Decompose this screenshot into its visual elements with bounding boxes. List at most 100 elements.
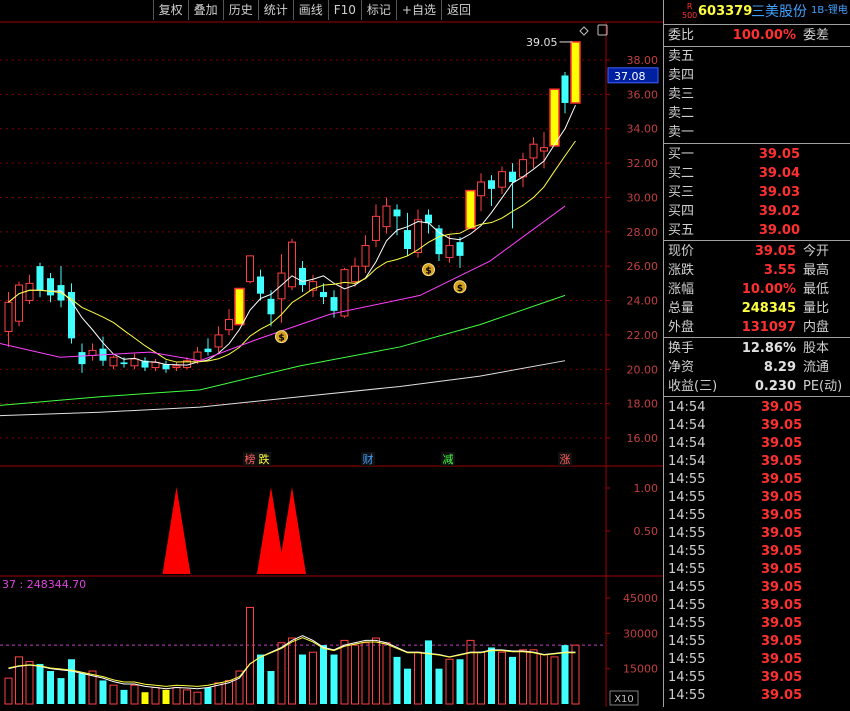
volume-bar-up [151,687,160,705]
volume-bar-up [15,656,23,705]
candle-down [204,348,212,353]
volume-bar-up [109,684,118,705]
tick-row[interactable]: 14:55 39.05 [666,471,848,489]
tick-price: 39.05 [761,652,803,667]
buy-level-3: 买三 39.03 [666,184,848,202]
fund-row-1: 净资 8.29 流通 [666,359,848,377]
tick-row[interactable]: 14:55 39.05 [666,687,848,705]
sell-level-4: 卖四 [666,67,848,85]
toolbar-button-4[interactable]: 画线 [292,0,328,20]
stat-row-2-label2: 最低 [803,282,830,297]
order-ratio-value: 100.00% [732,28,796,43]
toolbar-button-8[interactable]: 返回 [440,0,476,20]
candle-down [78,352,86,365]
candle-up [529,143,538,159]
kline-chart-area[interactable]: 38.00 36.00 34.00 32.00 30.00 28.00 26.00 24.00… [0,0,663,707]
volume-bar-up [351,644,359,705]
candle-down [456,242,464,256]
tick-row[interactable]: 14:54 39.05 [666,417,848,435]
tick-row[interactable]: 14:55 39.05 [666,561,848,579]
tick-time: 14:55 [668,562,706,577]
tick-price: 39.05 [761,616,803,631]
tick-row[interactable]: 14:55 39.05 [666,597,848,615]
stat-row-3-label2: 量比 [803,301,830,316]
fund-row-2: 收益(三) 0.230 PE(动) [666,378,848,396]
event-badge: 财 [363,452,374,466]
volume-bar-down [561,645,569,704]
kline-chart[interactable]: 38.00 36.00 34.00 32.00 30.00 28.00 26.00 24.00… [0,0,663,707]
dividend-coin-symbol: $ [425,267,431,277]
volume-bar-down [299,654,306,704]
price-axis-label: 18.00 [627,398,659,411]
indicator-axis-label: 1.00 [634,482,659,495]
buy-level-5-label: 买五 [668,223,695,238]
tick-row[interactable]: 14:55 39.05 [666,669,848,687]
sell-level-2-label: 卖二 [668,106,695,121]
volume-bar-down [425,640,432,704]
stat-row-3-value: 248345 [741,301,796,316]
buy-level-1-value: 39.05 [758,147,800,162]
divider [664,396,850,397]
diamond-icon [579,26,589,36]
volume-bar-up [477,651,485,705]
buy-level-4-label: 买四 [668,204,695,219]
sell-level-3: 卖三 [666,86,848,104]
buy-level-3-label: 买三 [668,185,695,200]
tick-row[interactable]: 14:55 39.05 [666,633,848,651]
candle-up [519,159,527,178]
volume-bar-special [162,689,170,704]
toolbar-button-6[interactable]: 标记 [360,0,396,20]
tick-row[interactable]: 14:54 39.05 [666,435,848,453]
volume-bar-down [393,656,401,704]
candle-down [320,291,327,298]
stat-row-3: 总量 248345 量比 [666,300,848,318]
event-badge: 榜 [245,452,256,466]
volume-bar-up [288,637,296,705]
chart-toolbar: 复权 叠加 历史 统计 画线 F10 标记 +自选 返回 [152,0,476,22]
stat-row-0-value: 39.05 [754,244,796,259]
volume-bar-down [68,659,75,704]
tick-row[interactable]: 14:55 39.05 [666,615,848,633]
tick-time: 14:54 [668,418,706,433]
tick-price: 39.05 [761,670,803,685]
tick-row[interactable]: 14:54 39.05 [666,453,848,471]
tick-row[interactable]: 14:55 39.05 [666,543,848,561]
toolbar-button-3[interactable]: 统计 [257,0,293,20]
volume-bar-up [372,637,380,705]
toolbar-button-1[interactable]: 叠加 [187,0,223,20]
tick-row[interactable]: 14:55 39.05 [666,489,848,507]
tick-price: 39.05 [761,544,803,559]
tick-row[interactable]: 14:55 39.05 [666,651,848,669]
tick-price: 39.05 [761,688,803,703]
toolbar-button-2[interactable]: 历史 [222,0,258,20]
sell-level-4-label: 卖四 [668,68,695,83]
tick-price: 39.05 [761,490,803,505]
price-axis-label: 16.00 [627,432,659,445]
tick-price: 39.05 [761,580,803,595]
candle-up [109,356,118,367]
tick-row[interactable]: 14:55 39.05 [666,579,848,597]
volume-bar-up [25,661,34,705]
candle-up [25,282,34,302]
toolbar-button-5[interactable]: F10 [327,0,361,20]
tick-time: 14:55 [668,616,706,631]
sell-level-5: 卖五 [666,48,848,66]
stat-row-4-value: 131097 [741,320,796,335]
tick-row[interactable]: 14:55 39.05 [666,507,848,525]
candle-up [225,318,233,331]
stat-row-2-value: 10.00% [741,282,796,297]
candle-up [477,181,485,197]
candle-up [382,205,391,228]
tick-row[interactable]: 14:54 39.05 [666,399,848,417]
toolbar-button-7[interactable]: +自选 [395,0,441,20]
toolbar-button-0[interactable]: 复权 [152,0,188,20]
divider [664,240,850,241]
volume-bar-up [246,606,254,705]
tick-row[interactable]: 14:55 39.05 [666,525,848,543]
volume-bar-down [47,671,54,704]
candle-up [246,255,254,283]
order-diff-label: 委差 [803,28,830,43]
tick-price: 39.05 [761,634,803,649]
divider [664,46,850,47]
buy-level-4-value: 39.02 [758,204,800,219]
